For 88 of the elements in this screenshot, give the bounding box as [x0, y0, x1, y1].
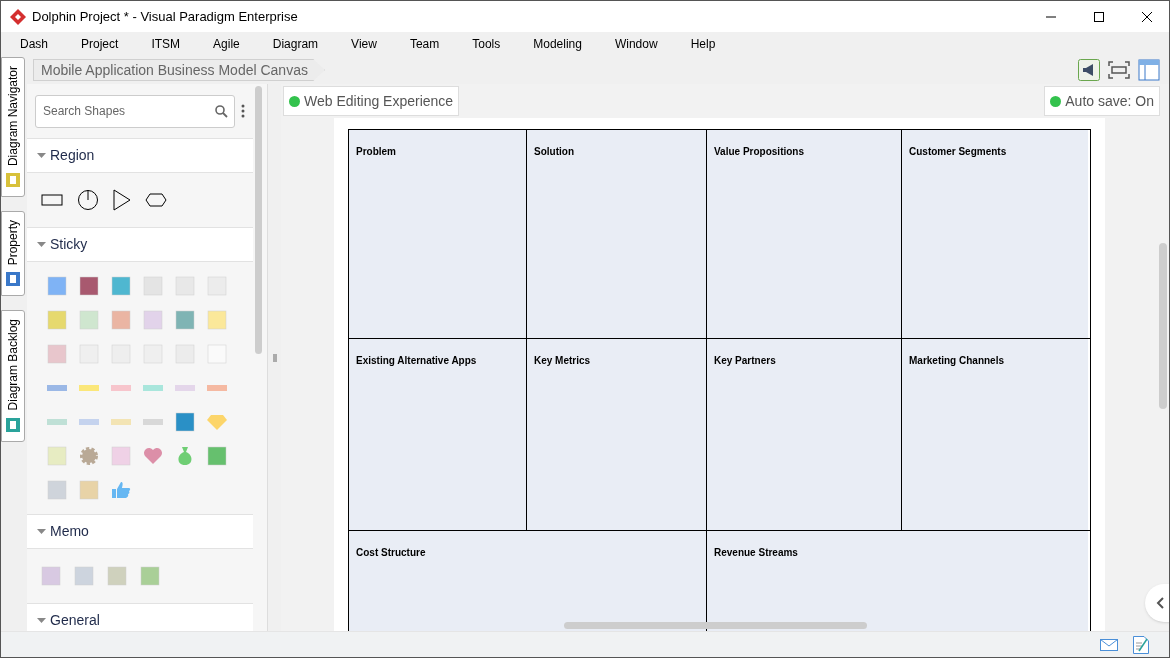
- circle-shape-icon[interactable]: [77, 189, 99, 211]
- menu-item[interactable]: Agile: [213, 35, 240, 53]
- menu-item[interactable]: Modeling: [533, 35, 582, 53]
- menu-item[interactable]: Window: [614, 35, 658, 53]
- region-title: Cost Structure: [356, 547, 426, 558]
- canvas-region[interactable]: Customer Segments: [901, 130, 1088, 338]
- tape-icon[interactable]: [110, 384, 132, 392]
- side-tab[interactable]: Diagram Navigator: [1, 57, 25, 198]
- sticky-note-icon[interactable]: [79, 276, 99, 296]
- close-icon[interactable]: [1141, 10, 1153, 23]
- menu-item[interactable]: Team: [409, 35, 440, 53]
- money-bag-icon[interactable]: [176, 446, 194, 466]
- canvas-region[interactable]: Solution: [526, 130, 706, 338]
- canvas-region[interactable]: Cost Structure: [349, 531, 706, 631]
- section-title[interactable]: Sticky: [50, 234, 88, 255]
- collapse-caret-icon[interactable]: [37, 241, 46, 248]
- tape-icon[interactable]: [46, 384, 68, 392]
- fit-screen-icon[interactable]: [1108, 61, 1130, 79]
- search-field[interactable]: Search Shapes: [35, 94, 235, 128]
- vertical-scrollbar-thumb[interactable]: [1159, 243, 1167, 409]
- mail-icon[interactable]: [1100, 638, 1118, 651]
- triangle-shape-icon[interactable]: [113, 189, 131, 211]
- splitter-handle-icon[interactable]: [272, 353, 277, 362]
- horizontal-scrollbar-thumb[interactable]: [564, 622, 867, 629]
- tape-icon[interactable]: [174, 384, 196, 392]
- heart-icon[interactable]: [143, 447, 163, 465]
- tab-icon: [5, 271, 21, 288]
- collapse-caret-icon[interactable]: [37, 528, 46, 535]
- section-title[interactable]: Region: [50, 145, 95, 166]
- sticky-note-icon[interactable]: [175, 412, 195, 432]
- region-title: Existing Alternative Apps: [356, 355, 477, 366]
- region-title: Key Metrics: [534, 355, 591, 366]
- region-title: Problem: [356, 146, 396, 157]
- menu-item[interactable]: Help: [690, 35, 716, 53]
- section-title[interactable]: General: [50, 610, 100, 631]
- rectangle-shape-icon[interactable]: [41, 194, 63, 206]
- tape-icon[interactable]: [142, 384, 164, 392]
- tape-icon[interactable]: [206, 384, 228, 392]
- tab-icon: [5, 172, 21, 189]
- breadcrumb[interactable]: Mobile Application Business Model Canvas: [33, 59, 325, 81]
- canvas-region[interactable]: Key Metrics: [526, 339, 706, 530]
- app-logo-icon: [10, 8, 26, 25]
- scrollbar-thumb[interactable]: [255, 86, 262, 354]
- thumbs-up-icon[interactable]: [111, 481, 131, 499]
- menu-item[interactable]: ITSM: [151, 35, 181, 53]
- region-title: Key Partners: [714, 355, 776, 366]
- section-title[interactable]: Memo: [50, 521, 89, 542]
- canvas-region[interactable]: Existing Alternative Apps: [349, 339, 526, 530]
- tab-icon: [5, 416, 21, 433]
- collapse-caret-icon[interactable]: [37, 152, 46, 159]
- menu-item[interactable]: Project: [81, 35, 119, 53]
- tape-icon[interactable]: [110, 418, 132, 426]
- megaphone-icon[interactable]: [1078, 59, 1100, 81]
- tape-icon[interactable]: [46, 418, 68, 426]
- side-tab[interactable]: Property: [1, 211, 25, 297]
- canvas-region[interactable]: Problem: [349, 130, 526, 338]
- region-title: Value Propositions: [714, 146, 805, 157]
- tape-icon[interactable]: [78, 384, 100, 392]
- layout-icon[interactable]: [1138, 59, 1160, 81]
- canvas-region[interactable]: Value Propositions: [706, 130, 901, 338]
- region-title: Marketing Channels: [909, 355, 1005, 366]
- canvas-region[interactable]: Revenue Streams: [706, 531, 1088, 631]
- region-title: Solution: [534, 146, 574, 157]
- sticky-note-icon[interactable]: [207, 446, 227, 466]
- window-title: Dolphin Project * - Visual Paradigm Enterprise: [32, 7, 298, 26]
- sticky-note-icon[interactable]: [175, 310, 195, 330]
- more-options-icon[interactable]: [241, 104, 245, 118]
- chevron-left-icon: [1156, 597, 1164, 609]
- tape-icon[interactable]: [142, 418, 164, 426]
- gear-icon[interactable]: [79, 446, 99, 466]
- maximize-icon[interactable]: [1093, 10, 1105, 23]
- region-title: Customer Segments: [909, 146, 1007, 157]
- search-icon[interactable]: [215, 104, 228, 118]
- tape-icon[interactable]: [78, 418, 100, 426]
- menu-item[interactable]: View: [351, 35, 377, 53]
- canvas-region[interactable]: Marketing Channels: [901, 339, 1088, 530]
- region-title: Revenue Streams: [714, 547, 798, 558]
- menu-item[interactable]: Diagram: [272, 35, 319, 53]
- sticky-note-icon[interactable]: [47, 276, 67, 296]
- hexagon-shape-icon[interactable]: [145, 193, 167, 207]
- side-tab[interactable]: Diagram Backlog: [1, 310, 25, 442]
- menu-item[interactable]: Dash: [20, 35, 48, 53]
- diamond-icon[interactable]: [207, 414, 227, 430]
- canvas-region[interactable]: Key Partners: [706, 339, 901, 530]
- collapse-caret-icon[interactable]: [37, 617, 46, 624]
- sticky-note-icon[interactable]: [111, 276, 131, 296]
- notes-icon[interactable]: [1133, 635, 1149, 654]
- menu-item[interactable]: Tools: [472, 35, 501, 53]
